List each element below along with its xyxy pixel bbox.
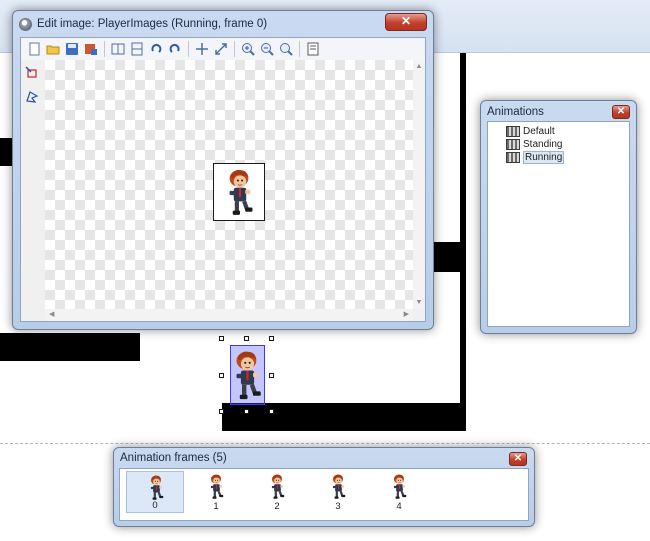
resize-handle[interactable] (269, 409, 274, 414)
flip-vertical-icon[interactable] (129, 41, 145, 57)
side-toolbar (21, 60, 43, 321)
app-icon (19, 17, 32, 31)
level-block[interactable] (430, 242, 462, 272)
frame-thumbnail (150, 475, 164, 500)
image-toolbar (21, 38, 425, 60)
animation-item-label: Running (523, 151, 565, 164)
frame-thumbnail (271, 474, 285, 499)
rotate-left-icon[interactable] (148, 41, 164, 57)
animations-list: Default Standing Running (487, 121, 630, 327)
animations-title: Animations (487, 106, 544, 118)
film-strip-icon (506, 126, 520, 137)
rotate-right-icon[interactable] (167, 41, 183, 57)
zoom-in-icon[interactable] (240, 41, 256, 57)
animation-frames-panel: Animation frames (5) ✕ 0 1 2 3 4 (113, 447, 535, 527)
animation-frame[interactable]: 2 (248, 471, 306, 513)
level-platform[interactable] (222, 403, 466, 431)
animation-item-label: Standing (523, 139, 563, 150)
frame-thumbnail (210, 474, 224, 499)
zoom-out-icon[interactable] (259, 41, 275, 57)
scroll-left-icon[interactable]: ◀ (49, 310, 54, 318)
player-sprite (236, 351, 261, 400)
resize-handle[interactable] (244, 336, 249, 341)
animation-item[interactable]: Running (506, 151, 629, 164)
animations-panel: Animations ✕ Default Standing Running (480, 100, 637, 334)
scroll-down-icon[interactable]: ▼ (413, 299, 425, 306)
close-button[interactable]: ✕ (509, 452, 527, 466)
frame-number: 3 (335, 501, 341, 512)
frame-thumbnail (332, 474, 346, 499)
frames-title: Animation frames (5) (120, 452, 227, 464)
animation-frame[interactable]: 4 (370, 471, 428, 513)
scroll-right-icon[interactable]: ▶ (404, 310, 409, 318)
animation-frame[interactable]: 1 (187, 471, 245, 513)
save-icon[interactable] (64, 41, 80, 57)
film-strip-icon (506, 139, 520, 150)
vertical-scrollbar[interactable]: ▲ ▼ (413, 60, 425, 309)
resize-handle[interactable] (244, 409, 249, 414)
import-icon[interactable] (83, 41, 99, 57)
resize-handle[interactable] (269, 336, 274, 341)
close-button[interactable]: ✕ (612, 105, 630, 119)
open-folder-icon[interactable] (45, 41, 61, 57)
frame-number: 1 (213, 501, 219, 512)
close-button[interactable]: ✕ (385, 13, 427, 31)
animation-item-label: Default (523, 126, 555, 137)
horizontal-scrollbar[interactable]: ◀ ▶ (45, 309, 413, 321)
image-canvas[interactable] (45, 60, 413, 309)
resize-handle[interactable] (219, 409, 224, 414)
frame-number: 2 (274, 501, 280, 512)
toolbar-separator (188, 41, 189, 57)
animation-frame[interactable]: 0 (126, 471, 184, 513)
resize-handle[interactable] (219, 336, 224, 341)
animation-item[interactable]: Default (506, 125, 629, 138)
toolbar-separator (234, 41, 235, 57)
edit-image-client: ▲ ▼ ◀ ▶ (20, 37, 426, 322)
image-bounds[interactable] (213, 163, 265, 221)
move-icon[interactable] (194, 41, 210, 57)
resize-icon[interactable] (213, 41, 229, 57)
zoom-reset-icon[interactable] (278, 41, 294, 57)
edit-image-titlebar[interactable]: Edit image: PlayerImages (Running, frame… (13, 11, 433, 37)
new-document-icon[interactable] (26, 41, 42, 57)
flip-horizontal-icon[interactable] (110, 41, 126, 57)
frames-titlebar[interactable]: Animation frames (5) (114, 448, 534, 468)
film-strip-icon (506, 152, 520, 163)
frame-number: 0 (152, 500, 158, 511)
properties-icon[interactable] (305, 41, 321, 57)
animation-frame[interactable]: 3 (309, 471, 367, 513)
animation-item[interactable]: Standing (506, 138, 629, 151)
edit-image-title: Edit image: PlayerImages (Running, frame… (37, 18, 268, 30)
frames-list: 0 1 2 3 4 (119, 468, 529, 521)
frame-number: 4 (396, 501, 402, 512)
scene-boundary-line (0, 443, 650, 444)
player-sprite (229, 169, 253, 215)
scroll-up-icon[interactable]: ▲ (413, 63, 425, 70)
toolbar-separator (299, 41, 300, 57)
resize-handle[interactable] (269, 373, 274, 378)
level-platform[interactable] (0, 333, 140, 361)
level-wall[interactable] (460, 53, 466, 403)
collision-mask-icon[interactable] (25, 90, 39, 104)
set-origin-icon[interactable] (25, 66, 39, 80)
frame-thumbnail (393, 474, 407, 499)
resize-handle[interactable] (219, 373, 224, 378)
edit-image-window: Edit image: PlayerImages (Running, frame… (12, 10, 434, 330)
toolbar-separator (104, 41, 105, 57)
